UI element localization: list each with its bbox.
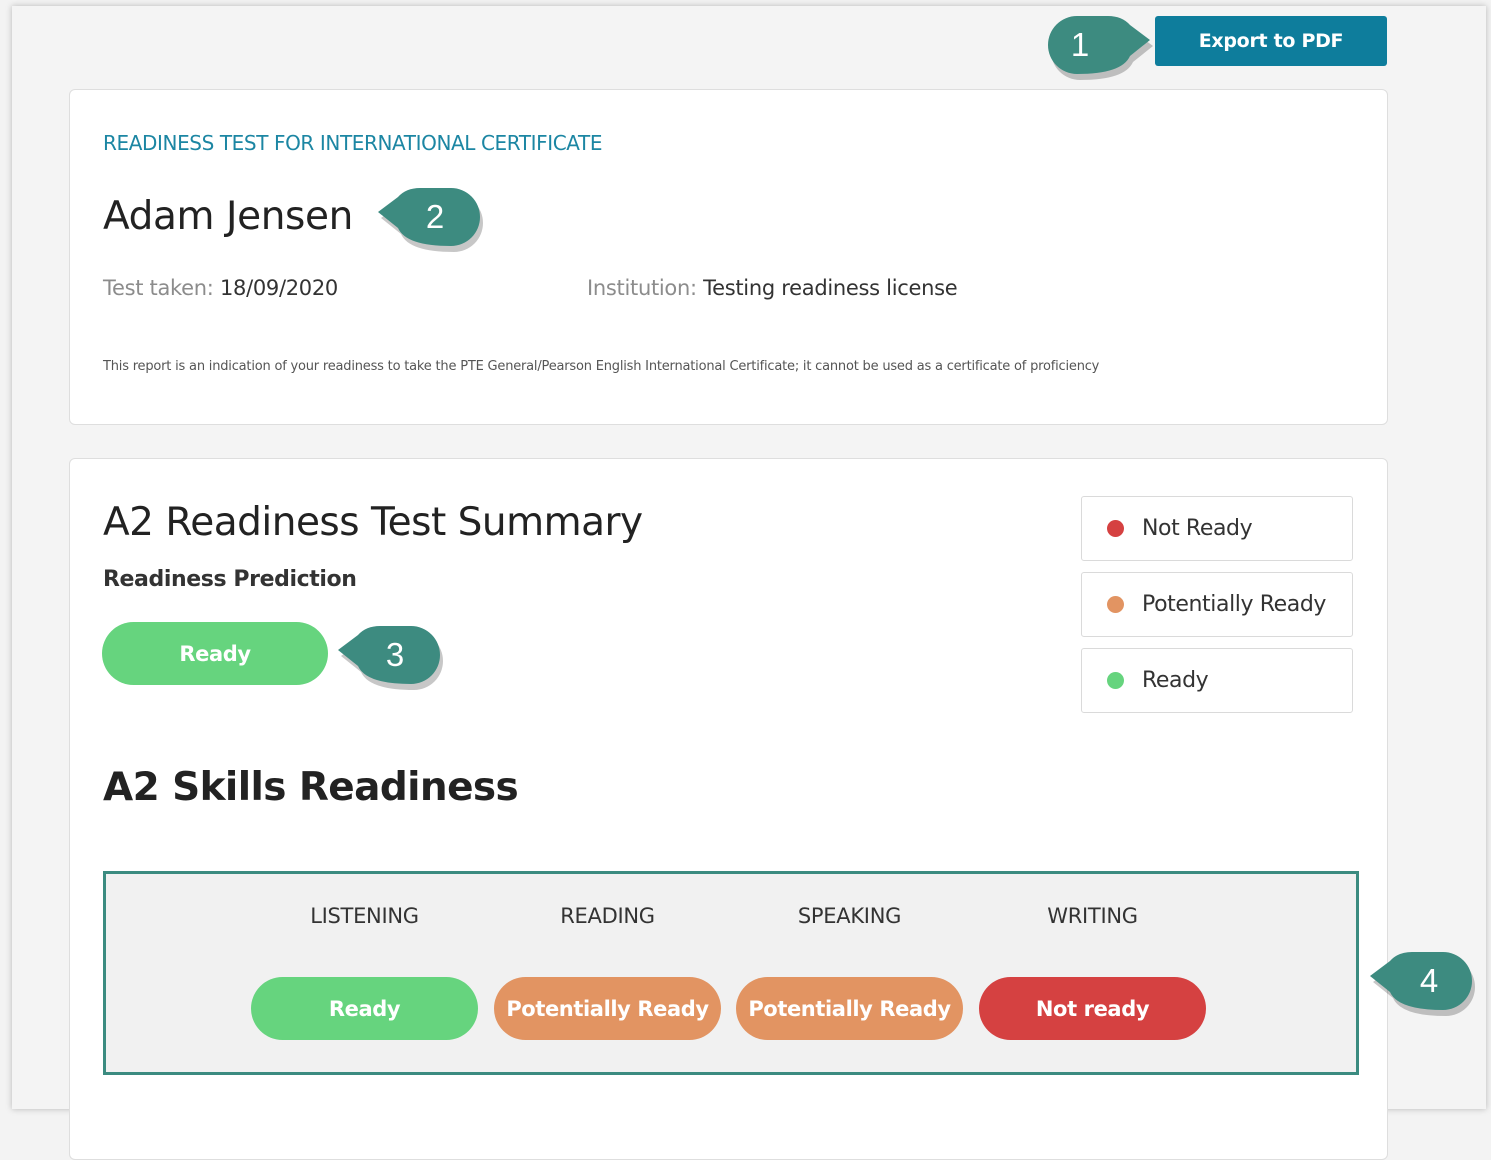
legend-item-potentially-ready: Potentially Ready xyxy=(1081,572,1353,637)
test-date-value: 18/09/2020 xyxy=(219,276,338,300)
summary-title: A2 Readiness Test Summary xyxy=(103,500,643,545)
callout-number: 1 xyxy=(1070,26,1090,63)
test-name: READINESS TEST FOR INTERNATIONAL CERTIFI… xyxy=(103,131,603,155)
institution-label: Institution: xyxy=(587,276,697,300)
skill-status-writing: Not ready xyxy=(979,977,1206,1040)
test-date-label: Test taken: xyxy=(103,276,214,300)
skill-heading-speaking: SPEAKING xyxy=(797,904,902,928)
institution-value: Testing readiness license xyxy=(703,276,958,300)
skill-heading-writing: WRITING xyxy=(1047,904,1138,928)
orange-dot-icon xyxy=(1107,596,1124,613)
callout-number: 3 xyxy=(385,636,405,673)
readiness-prediction-label: Readiness Prediction xyxy=(103,567,357,592)
skill-heading-reading: READING xyxy=(560,904,655,928)
disclaimer-text: This report is an indication of your rea… xyxy=(103,359,1100,374)
callout-2: 2 xyxy=(368,184,488,256)
skill-status-listening: Ready xyxy=(251,977,478,1040)
callout-number: 4 xyxy=(1419,962,1439,999)
legend-item-ready: Ready xyxy=(1081,648,1353,713)
legend-label: Potentially Ready xyxy=(1142,592,1327,617)
skill-status-speaking: Potentially Ready xyxy=(736,977,963,1040)
legend-item-not-ready: Not Ready xyxy=(1081,496,1353,561)
skill-status-reading: Potentially Ready xyxy=(494,977,721,1040)
candidate-name: Adam Jensen xyxy=(103,194,353,239)
legend-label: Not Ready xyxy=(1142,516,1253,541)
callout-number: 2 xyxy=(425,198,445,235)
legend-label: Ready xyxy=(1142,668,1209,693)
institution: Institution: Testing readiness license xyxy=(587,276,958,300)
skills-readiness-title: A2 Skills Readiness xyxy=(103,765,519,810)
test-date: Test taken: 18/09/2020 xyxy=(103,276,338,300)
skills-readiness-panel xyxy=(103,871,1359,1075)
callout-4: 4 xyxy=(1360,948,1480,1020)
callout-3: 3 xyxy=(328,622,448,694)
red-dot-icon xyxy=(1107,520,1124,537)
readiness-prediction-badge: Ready xyxy=(102,622,328,685)
callout-1: 1 xyxy=(1040,12,1160,84)
export-pdf-button[interactable]: Export to PDF xyxy=(1155,16,1387,66)
skill-heading-listening: LISTENING xyxy=(310,904,419,928)
green-dot-icon xyxy=(1107,672,1124,689)
